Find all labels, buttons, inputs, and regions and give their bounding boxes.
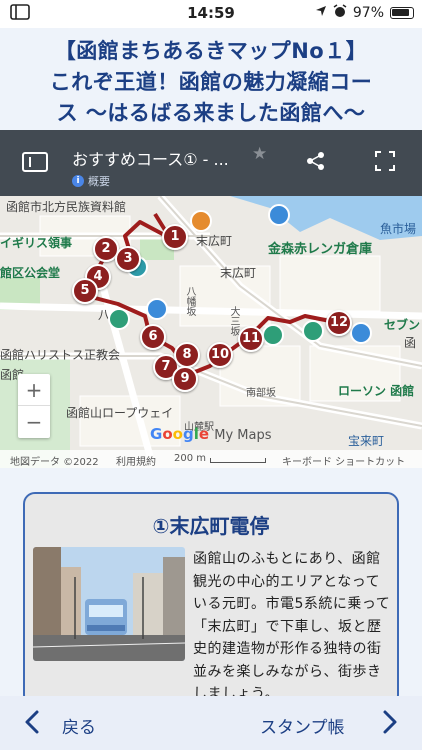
zoom-control: + − xyxy=(18,374,50,438)
spot-title: ①末広町電停 xyxy=(152,514,270,538)
map-title[interactable]: おすすめコース① - ... xyxy=(72,146,229,170)
map-label: 南部坂 xyxy=(246,388,276,399)
map-label: 八幡坂 xyxy=(184,286,195,316)
map-data-credit: 地図データ ©2022 xyxy=(10,457,99,468)
map-label: 函館市北方民族資料館 xyxy=(6,200,127,214)
mymaps-label: My Maps xyxy=(214,428,272,443)
route-marker[interactable]: 6 xyxy=(140,324,166,350)
poi-icon[interactable] xyxy=(268,204,290,226)
alarm-icon xyxy=(333,4,347,22)
map-header: おすすめコース① - ... ★ i 概要 xyxy=(0,130,422,196)
map-attribution: 地図データ ©2022 利用規約 200 m キーボード ショートカット xyxy=(0,450,422,468)
page-title-line: 【函館まちあるきマップNo１】 xyxy=(54,39,368,63)
map-label: ローソン 函館 xyxy=(338,384,415,398)
page-title-line: ス 〜はるばる来ました函館へ〜 xyxy=(56,101,366,125)
poi-icon[interactable] xyxy=(146,298,168,320)
spot-photo xyxy=(33,547,185,661)
map-label: 館区公会堂 xyxy=(0,266,61,280)
scale-bar xyxy=(210,458,266,463)
map-label: 宝来町 xyxy=(348,434,385,448)
chevron-left-icon[interactable] xyxy=(20,709,46,735)
poi-icon[interactable] xyxy=(190,210,212,232)
page-title: 【函館まちあるきマップNo１】 これぞ王道！函館の魅力凝縮コー ス 〜はるばる来… xyxy=(10,36,412,129)
page-title-line: これぞ王道！函館の魅力凝縮コー xyxy=(49,70,373,94)
fullscreen-icon[interactable] xyxy=(374,150,396,172)
map-label: 函 xyxy=(404,336,417,350)
poi-icon[interactable] xyxy=(302,320,324,342)
battery-percent: 97% xyxy=(352,5,384,21)
google-logo: Google My Maps xyxy=(150,425,272,443)
spot-card: ①末広町電停 函館山のふもとにあり、函館観光の中心的エリアとなっている元町。市電… xyxy=(23,492,399,707)
star-icon[interactable]: ★ xyxy=(252,144,267,164)
status-bar: 14:59 97% xyxy=(0,0,422,28)
share-icon[interactable] xyxy=(305,150,327,172)
map-label: 魚市場 xyxy=(380,222,417,236)
battery-icon xyxy=(390,7,414,19)
route-marker[interactable]: 9 xyxy=(172,366,198,392)
zoom-out-button[interactable]: − xyxy=(18,406,50,438)
back-button[interactable]: 戻る xyxy=(62,713,96,738)
map-overview-label: 概要 xyxy=(88,175,110,188)
info-icon: i xyxy=(72,175,84,187)
route-marker[interactable]: 5 xyxy=(72,278,98,304)
location-arrow-icon xyxy=(315,5,327,21)
terms-link[interactable]: 利用規約 xyxy=(116,453,156,468)
map-label: 末広町 xyxy=(196,234,233,248)
scale-label: 200 m xyxy=(174,453,207,464)
chevron-right-icon[interactable] xyxy=(376,709,402,735)
bottom-nav: 戻る スタンプ帳 xyxy=(0,696,422,750)
map-label: 金森赤レンガ倉庫 xyxy=(268,242,373,257)
keyboard-shortcuts-link[interactable]: キーボード ショートカット xyxy=(282,453,405,468)
route-marker[interactable]: 10 xyxy=(207,342,233,368)
stamp-book-button[interactable]: スタンプ帳 xyxy=(260,713,345,738)
map-view[interactable]: 函館市北方民族資料館 イギリス領事 館区公会堂 末広町 末広町 金森赤レンガ倉庫… xyxy=(0,196,422,468)
map-label: 函館ハリストス正教会 xyxy=(0,348,121,362)
zoom-in-button[interactable]: + xyxy=(18,374,50,406)
route-marker[interactable]: 11 xyxy=(238,326,264,352)
poi-icon[interactable] xyxy=(262,324,284,346)
spot-description: 函館山のふもとにあり、函館観光の中心的エリアとなっている元町。市電5系統に乗って… xyxy=(193,551,391,702)
route-marker[interactable]: 1 xyxy=(162,224,188,250)
poi-icon[interactable] xyxy=(350,322,372,344)
map-label: セブン xyxy=(384,318,421,332)
map-overview-link[interactable]: i 概要 xyxy=(72,173,110,189)
map-label: 函館山ロープウェイ xyxy=(66,406,174,420)
map-label: 末広町 xyxy=(220,266,257,280)
poi-icon[interactable] xyxy=(108,308,130,330)
map-label: イギリス領事 xyxy=(0,236,73,250)
route-marker[interactable]: 12 xyxy=(326,310,352,336)
route-marker[interactable]: 8 xyxy=(174,342,200,368)
panel-icon[interactable] xyxy=(22,152,48,172)
route-marker[interactable]: 3 xyxy=(115,246,141,272)
